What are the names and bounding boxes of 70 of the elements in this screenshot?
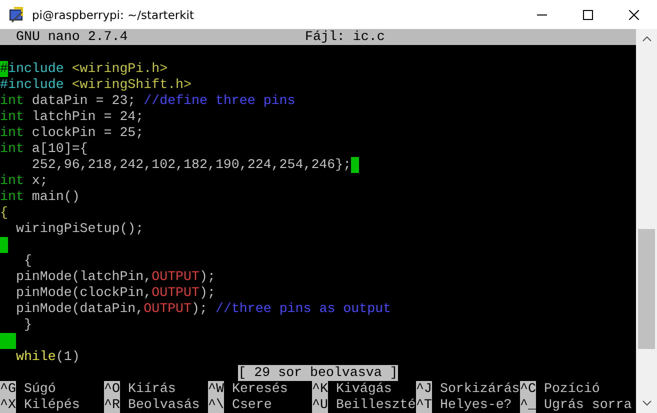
code-text: <wiringPi.h> xyxy=(70,61,168,77)
shortcut-key: ^\ xyxy=(208,397,224,413)
code-text: a[10]={ xyxy=(30,141,88,157)
shortcut-label: Ugrás sorra xyxy=(544,397,632,413)
status-message: [ 29 sor beolvasva ] xyxy=(238,365,398,381)
shortcut-key: ^K xyxy=(312,381,328,397)
shortcut-label: Sorkizárás xyxy=(440,381,520,397)
shortcut-label: Kivágás xyxy=(336,381,392,397)
code-text: include xyxy=(8,61,64,77)
code-text: #include xyxy=(0,77,64,93)
scrollbar[interactable] xyxy=(636,29,657,413)
shortcut-key: ^_ xyxy=(520,397,536,413)
code-text: int xyxy=(0,93,24,109)
shortcut-label: Kilépés xyxy=(24,397,80,413)
code-text: dataPin = 23; xyxy=(30,93,137,109)
code-text: OUTPUT xyxy=(152,285,200,301)
code-text: <wiringShift.h> xyxy=(70,77,192,93)
maximize-icon xyxy=(583,10,593,20)
text-cursor: # xyxy=(0,61,8,77)
code-text: //define three pins xyxy=(144,93,296,109)
editor-version: GNU nano 2.7.4 xyxy=(16,29,129,45)
code-text: clockPin = 25; xyxy=(30,125,144,141)
code-text: //three pins as output xyxy=(215,301,392,317)
shortcut-key: ^U xyxy=(312,397,328,413)
code-text: while xyxy=(14,349,56,365)
code-text: pinMode(dataPin, xyxy=(14,301,144,317)
shortcut-label: Kiírás xyxy=(128,381,176,397)
shortcut-label: Súgó xyxy=(24,381,56,397)
shortcut-label: Pozíció xyxy=(544,381,600,397)
code-text: OUTPUT xyxy=(144,301,192,317)
shortcut-label: Helyes-e? xyxy=(440,397,512,413)
code-text: ); xyxy=(200,269,216,285)
shortcut-key: ^J xyxy=(416,381,432,397)
code-text: OUTPUT xyxy=(152,269,200,285)
scroll-thumb[interactable] xyxy=(638,229,655,349)
code-text: pinMode(clockPin, xyxy=(14,285,152,301)
shortcut-label: Beilleszté xyxy=(336,397,416,413)
scroll-down-icon[interactable] xyxy=(642,399,652,407)
code-text: { xyxy=(0,205,8,221)
code-text: pinMode(latchPin, xyxy=(14,269,152,285)
code-text: { xyxy=(22,253,32,269)
shortcut-label: Csere xyxy=(232,397,272,413)
shortcut-key: ^W xyxy=(208,381,224,397)
shortcut-key: ^G xyxy=(0,381,16,397)
code-text: int xyxy=(0,173,24,189)
file-name: Fájl: ic.c xyxy=(305,29,385,45)
shortcut-key: ^R xyxy=(104,397,120,413)
code-text: 252,96,218,242,102,182,190,224,254,246}; xyxy=(30,157,352,173)
close-icon xyxy=(629,10,639,20)
shortcut-label: Keresés xyxy=(232,381,288,397)
shortcut-label: Beolvasás xyxy=(128,397,200,413)
code-text: int xyxy=(0,189,24,205)
code-text: ); xyxy=(200,285,216,301)
shortcut-key: ^T xyxy=(416,397,432,413)
shortcut-key: ^X xyxy=(0,397,16,413)
shortcut-key: ^C xyxy=(520,381,536,397)
scroll-up-icon[interactable] xyxy=(642,35,652,43)
code-text: int xyxy=(0,109,24,125)
code-text: main() xyxy=(30,189,80,205)
code-text: ); xyxy=(192,301,208,317)
code-text: int xyxy=(0,125,24,141)
shortcut-key: ^O xyxy=(104,381,120,397)
window-title: pi@raspberrypi: ~/starterkit xyxy=(32,8,195,22)
code-text: (1) xyxy=(56,349,80,365)
code-text: int xyxy=(0,141,24,157)
terminal-icon xyxy=(8,6,26,24)
code-text: } xyxy=(22,317,32,333)
code-text: wiringPiSetup(); xyxy=(14,221,144,237)
code-text: latchPin = 24; xyxy=(30,109,144,125)
code-text: x; xyxy=(30,173,48,189)
